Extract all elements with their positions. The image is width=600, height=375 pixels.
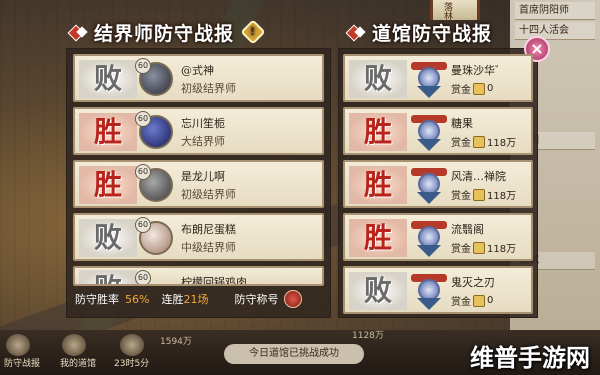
streak-value: 21场 (183, 293, 209, 306)
result-badge: 败 (79, 60, 137, 98)
player-name: 布朗尼蛋糕 (181, 223, 236, 236)
level-badge: 60 (135, 217, 151, 233)
defense-title-label: 防守称号 (234, 293, 279, 306)
player-name: 柠檬回锅鸡肉 (181, 276, 247, 286)
player-name: @式神 (181, 64, 214, 77)
notice-banner: 今日道馆已挑战成功 (224, 344, 364, 364)
dojo-record-row[interactable]: 败 曼珠沙华゛ 赏金 0 (343, 54, 533, 102)
level-badge: 60 (135, 164, 151, 180)
dojo-name: 流翳阁 (451, 223, 484, 236)
defense-report-icon[interactable] (6, 334, 30, 356)
side-list-item[interactable]: 首席阴阳师 (515, 2, 595, 20)
dojo-record-row[interactable]: 败 鬼灭之刃 赏金 0 (343, 266, 533, 314)
dojo-name: 鬼灭之刃 (451, 276, 495, 289)
defense-report-tab[interactable]: 防守战报 (4, 356, 40, 369)
timer-icon (120, 334, 144, 356)
result-badge: 败 (79, 270, 137, 284)
dojo-gate-icon (409, 60, 449, 100)
guardian-record-row[interactable]: 胜 60 忘川笙栀 大结界师 (73, 107, 324, 155)
dojo-gate-icon (409, 113, 449, 153)
dojo-name: 风清…禅院 (451, 170, 506, 183)
player-rank: 中级结界师 (181, 241, 236, 254)
bottom-number: 1594万 (160, 337, 192, 347)
dojo-report-header: 道馆防守战报 (346, 17, 492, 47)
dojo-gate-icon (409, 272, 449, 312)
player-name: 忘川笙栀 (181, 117, 225, 130)
bounty: 赏金 118万 (451, 240, 516, 255)
level-badge: 60 (135, 58, 151, 74)
coin-icon (473, 135, 485, 148)
dojo-name: 糖果 (451, 117, 473, 130)
player-name: 是龙儿啊 (181, 170, 225, 183)
side-list-item[interactable]: 十四人活会 (515, 22, 595, 40)
guardian-record-row[interactable]: 胜 60 是龙儿啊 初级结界师 (73, 160, 324, 208)
bounty: 赏金 0 (451, 82, 494, 96)
watermark: 维普手游网 (470, 344, 590, 372)
guardian-report-title: 结界师防守战报 (94, 22, 235, 45)
my-dojo-icon[interactable] (62, 334, 86, 356)
bounty: 赏金 0 (451, 294, 494, 308)
result-badge: 胜 (79, 113, 137, 151)
result-badge: 胜 (349, 219, 407, 257)
coin-icon (473, 188, 485, 201)
result-badge: 败 (349, 60, 407, 98)
player-rank: 初级结界师 (181, 188, 236, 201)
coin-icon (473, 241, 485, 254)
guardian-record-row[interactable]: 败 60 柠檬回锅鸡肉 (73, 266, 324, 286)
bounty: 赏金 118万 (451, 187, 516, 202)
result-badge: 胜 (349, 113, 407, 151)
result-badge: 败 (349, 272, 407, 310)
bottom-number: 1128万 (352, 331, 384, 341)
dojo-gate-icon (409, 166, 449, 206)
defense-rate-label: 防守胜率 (75, 293, 119, 306)
result-badge: 胜 (79, 166, 137, 204)
dojo-name: 曼珠沙华゛ (451, 64, 506, 77)
dojo-record-row[interactable]: 胜 糖果 赏金 118万 (343, 107, 533, 155)
guardian-record-row[interactable]: 败 60 布朗尼蛋糕 中级结界师 (73, 213, 324, 261)
result-badge: 胜 (349, 166, 407, 204)
level-badge: 60 (135, 270, 151, 284)
level-badge: 60 (135, 111, 151, 127)
timer-text: 23时5分 (114, 359, 150, 369)
my-dojo-tab[interactable]: 我的道馆 (60, 356, 96, 369)
streak-label: 连胜 (161, 293, 184, 306)
header-ornament-icon (346, 25, 368, 39)
bounty: 赏金 118万 (451, 134, 516, 149)
dojo-record-row[interactable]: 胜 流翳阁 赏金 118万 (343, 213, 533, 261)
dojo-report-title: 道馆防守战报 (372, 22, 493, 45)
warning-icon[interactable]: ! (240, 19, 266, 45)
defense-rate-value: 56% (125, 292, 150, 306)
defense-title-seal-icon[interactable] (284, 290, 303, 308)
dojo-record-row[interactable]: 胜 风清…禅院 赏金 118万 (343, 160, 533, 208)
dojo-gate-icon (409, 219, 449, 259)
guardian-record-row[interactable]: 败 60 @式神 初级结界师 (73, 54, 324, 102)
coin-icon (473, 82, 485, 95)
result-badge: 败 (79, 219, 137, 257)
player-rank: 大结界师 (181, 135, 225, 148)
defense-stats: 防守胜率 56% 连胜 21场 防守称号 (73, 287, 324, 311)
player-rank: 初级结界师 (181, 82, 236, 95)
coin-icon (473, 294, 485, 307)
header-ornament-icon (68, 25, 90, 39)
guardian-report-header: 结界师防守战报 ! (68, 17, 266, 47)
